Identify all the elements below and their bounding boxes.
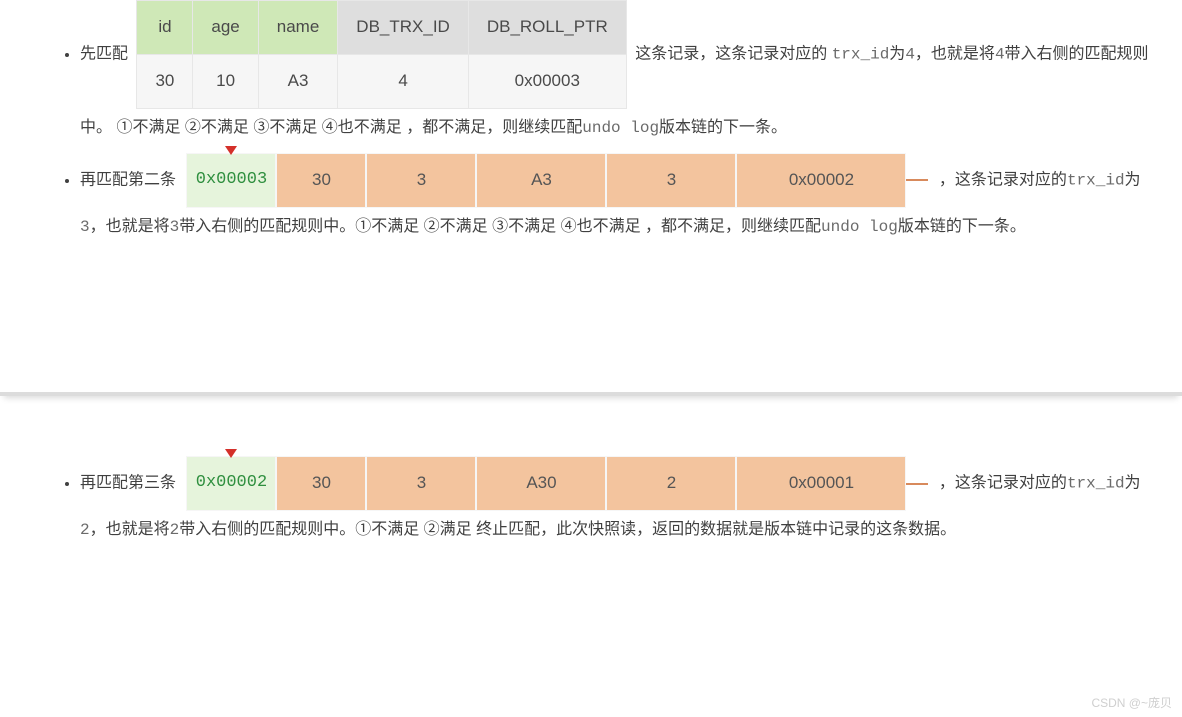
pointer-marker-icon: [225, 449, 237, 458]
b3-trxid-val: 2: [80, 521, 90, 539]
b1-t4: 版本链的下一条。: [659, 119, 787, 136]
b1-prefix: 先匹配: [80, 46, 128, 63]
link-line-icon: [906, 483, 928, 485]
b3-c1: 3: [366, 456, 476, 511]
b2-t1: 为: [1125, 172, 1141, 189]
article-section-1: 先匹配 id age name DB_TRX_ID DB_ROLL_PTR 30…: [0, 0, 1182, 246]
link-line-icon: [906, 179, 928, 181]
th-roll-ptr: DB_ROLL_PTR: [468, 1, 626, 55]
b3-addr-text: 0x00002: [196, 473, 267, 492]
b2-addr: 0x00003: [186, 153, 276, 208]
b3-t2: ，也就是将: [90, 521, 170, 538]
b1-trxid-val: 4: [905, 46, 915, 64]
article-section-2: 再匹配第三条 0x00002 30 3 A30 2 0x00001 ，这条记录对…: [0, 456, 1182, 549]
b1-t1: 为: [889, 46, 905, 63]
b3-t3: 带入右侧的匹配规则中。①不满足 ②满足 终止匹配，此次快照读，返回的数据就是版本…: [179, 521, 956, 538]
td-id: 30: [137, 54, 193, 108]
td-age: 10: [193, 54, 258, 108]
b1-table: id age name DB_TRX_ID DB_ROLL_PTR 30 10 …: [136, 0, 626, 109]
b3-c4: 0x00001: [736, 456, 906, 511]
th-trx-id: DB_TRX_ID: [338, 1, 469, 55]
b2-t2: ，也就是将: [90, 218, 170, 235]
b2-undolog: undo log: [821, 218, 898, 236]
b3-trxid-val2: 2: [170, 521, 180, 539]
b2-t4: 版本链的下一条。: [898, 218, 1026, 235]
td-name: A3: [258, 54, 338, 108]
b2-after-row: ，这条记录对应的: [939, 172, 1067, 189]
b2-c2: A3: [476, 153, 606, 208]
b3-after-row: ，这条记录对应的: [939, 475, 1067, 492]
b2-t3: 带入右侧的匹配规则中。①不满足 ②不满足 ③不满足 ④也不满足 ，都不满足，则继…: [179, 218, 821, 235]
b3-c0: 30: [276, 456, 366, 511]
th-id: id: [137, 1, 193, 55]
b1-t2: ，也就是将: [915, 46, 995, 63]
b2-trxid-val2: 3: [170, 218, 180, 236]
b1-undolog: undo log: [582, 119, 659, 137]
bullet-2: 再匹配第二条 0x00003 30 3 A3 3 0x00002 ，这条记录对应…: [80, 153, 1162, 246]
b2-addr-text: 0x00003: [196, 170, 267, 189]
td-trx-id: 4: [338, 54, 469, 108]
pointer-marker-icon: [225, 146, 237, 155]
b3-addr: 0x00002: [186, 456, 276, 511]
th-name: name: [258, 1, 338, 55]
b3-t1: 为: [1125, 475, 1141, 492]
b2-c1: 3: [366, 153, 476, 208]
b3-prefix: 再匹配第三条: [80, 475, 176, 492]
b2-c3: 3: [606, 153, 736, 208]
b2-c0: 30: [276, 153, 366, 208]
b2-prefix: 再匹配第二条: [80, 172, 176, 189]
b3-c3: 2: [606, 456, 736, 511]
bullet-3: 再匹配第三条 0x00002 30 3 A30 2 0x00001 ，这条记录对…: [80, 456, 1162, 549]
b1-trxid-label: trx_id: [832, 46, 890, 64]
b1-after-table: 这条记录，这条记录对应的: [635, 46, 827, 63]
section-divider: [0, 256, 1182, 396]
b3-row: 0x00002 30 3 A30 2 0x00001: [186, 456, 928, 511]
b3-c2: A30: [476, 456, 606, 511]
b2-trxid-val: 3: [80, 218, 90, 236]
th-age: age: [193, 1, 258, 55]
b2-c4: 0x00002: [736, 153, 906, 208]
watermark: CSDN @~庞贝: [1091, 694, 1172, 711]
b3-trxid-label: trx_id: [1067, 475, 1125, 493]
b2-row: 0x00003 30 3 A3 3 0x00002: [186, 153, 928, 208]
b2-trxid-label: trx_id: [1067, 172, 1125, 190]
b1-trxid-val2: 4: [995, 46, 1005, 64]
td-roll-ptr: 0x00003: [468, 54, 626, 108]
bullet-1: 先匹配 id age name DB_TRX_ID DB_ROLL_PTR 30…: [80, 0, 1162, 147]
